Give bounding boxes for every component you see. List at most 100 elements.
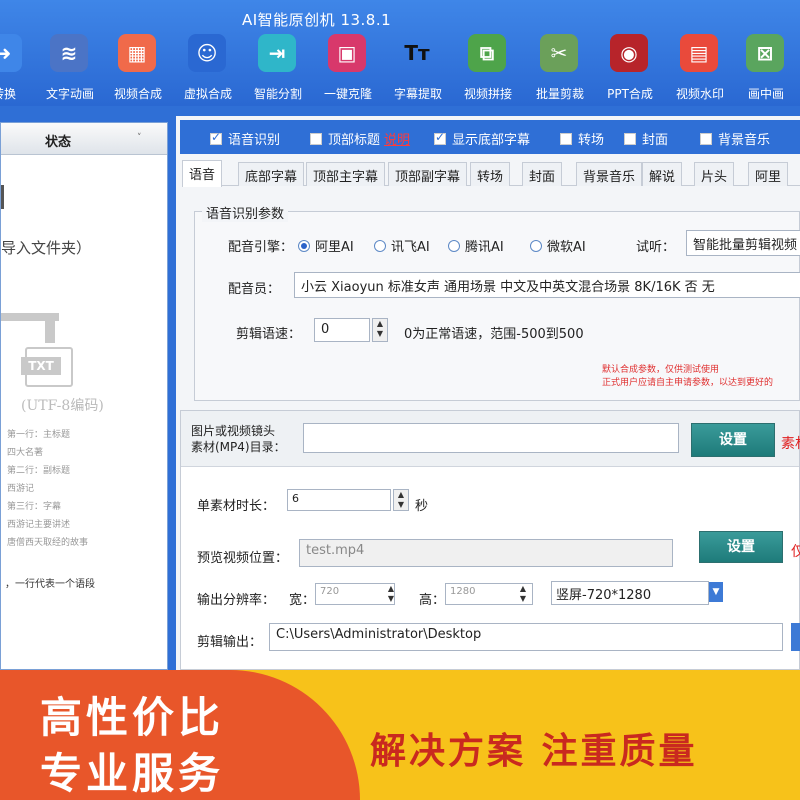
checkbox-box[interactable] [210,130,222,145]
toolbar-label: 视频合成 [113,87,162,101]
clip-settings: 图片或视频镜头 素材(MP4)目录： 设置 素材 单素材时长： 6 ▲▼ 秒 预… [180,410,800,670]
checkbox-2[interactable]: 显示底部字幕 [434,129,530,148]
width-stepper[interactable]: ▲ ▼ [383,584,399,604]
preview-red-hint: 仅 [791,544,800,560]
engine-radio-0[interactable]: 阿里AI [298,236,354,255]
tab-2[interactable]: 顶部主字幕 [306,162,386,186]
checkbox-box[interactable] [624,132,636,145]
toolbar-button-5[interactable]: ▣ 一键克隆 [312,30,384,106]
toolbar-label: 字幕提取 [393,87,442,101]
toolbar-label: 虚拟合成 [183,87,232,101]
toolbar-label: 画中画 [747,87,784,101]
tab-6[interactable]: 背景音乐 [576,162,643,186]
preview-pos-input[interactable]: test.mp4 [299,539,673,567]
preview-set-button[interactable]: 设置 [699,531,783,563]
preview-label: 试听： [636,240,676,255]
clone-icon: ▣ [328,34,366,72]
checkbox-box[interactable] [310,132,322,145]
tab-7[interactable]: 解说 [642,162,683,186]
chevron-down-icon[interactable]: ▼ [709,582,723,602]
preview-text-input[interactable]: 智能批量剪辑视频 [686,230,800,256]
duration-label: 单素材时长： [197,499,276,514]
radio-dot[interactable] [374,239,386,252]
checkbox-0[interactable]: 语音识别 [210,129,280,148]
toolbar-button-11[interactable]: ⊠ 画中画 [730,30,800,106]
toolbar-label: 批量剪裁 [535,87,584,101]
speed-input[interactable]: 0 [314,318,370,342]
example-line: 第一行：主标题 [7,430,71,440]
resolution-preset-select[interactable]: 竖屏-720*1280 [551,581,709,605]
promo-left-block: 高性价比 专业服务 [0,670,360,800]
media-set-button[interactable]: 设置 [691,423,775,457]
checkbox-4[interactable]: 封面 [624,129,668,148]
engine-radio-1[interactable]: 讯飞AI [374,236,430,255]
toolbar-button-2[interactable]: ▦ 视频合成 [102,30,174,106]
media-dir-label: 图片或视频镜头 素材(MP4)目录： [191,424,286,454]
checkbox-label: 封面 [642,133,669,148]
promo-slogan: 解决方案 注重质量 [370,731,698,772]
toolbar-button-1[interactable]: ≋ 文字动画 [34,30,106,106]
tab-3[interactable]: 顶部副字幕 [388,162,468,186]
speed-hint: 0为正常语速，范围-500到500 [404,327,584,342]
checkbox-box[interactable] [434,130,446,145]
speed-stepper[interactable]: ▲ ▼ [372,318,388,342]
duration-input[interactable]: 6 [287,489,391,511]
txt-file-icon: TXT [21,347,73,387]
preview-pos-label: 预览视频位置： [197,551,289,566]
promo-line-2: 专业服务 [40,749,225,798]
speed-label: 剪辑语速： [236,327,302,342]
radio-dot[interactable] [448,239,460,252]
txt-label: TXT [21,357,61,375]
example-line: 唐僧西天取经的故事 [7,538,89,548]
toolbar-label: 一键克隆 [323,87,372,101]
radio-dot[interactable] [530,239,542,252]
scissors-icon: ✂ [540,34,578,72]
toolbar-button-8[interactable]: ✂ 批量剪裁 [524,30,596,106]
tab-4[interactable]: 转场 [470,162,511,186]
voice-select[interactable]: 小云 Xiaoyun 标准女声 通用场景 中文及中英文混合场景 8K/16K 否… [294,272,800,298]
tab-1[interactable]: 底部字幕 [238,162,305,186]
checkbox-5[interactable]: 背景音乐 [700,129,770,148]
checkbox-label: 语音识别 [228,133,281,148]
checkbox-label: 转场 [578,133,605,148]
promo-banner: 高性价比 专业服务 解决方案 注重质量 [0,670,800,800]
toolbar-button-4[interactable]: ⇥ 智能分割 [242,30,314,106]
output-browse-button[interactable] [791,623,800,651]
checkbox-box[interactable] [560,132,572,145]
tab-5[interactable]: 封面 [522,162,563,186]
status-column-header[interactable]: 状态 [45,131,71,150]
audio-icon: ◉ [610,34,648,72]
feature-checkbar: 语音识别 顶部标题说明 显示底部字幕 转场 封面 背景音乐 [180,120,800,154]
tab-0[interactable]: 语音 [182,160,223,187]
doc-shape-side [45,313,55,343]
example-line: 第二行：副标题 [7,466,71,476]
tab-bar: 语音 底部字幕 顶部主字幕 顶部副字幕 转场 封面 背景音乐 解说 片头 阿里 [182,160,800,187]
height-stepper[interactable]: ▲ ▼ [515,584,531,604]
toolbar-button-3[interactable]: ☺ 虚拟合成 [172,30,244,106]
radio-label: 讯飞AI [391,240,430,255]
tab-9[interactable]: 阿里 [748,162,789,186]
engine-radio-2[interactable]: 腾讯AI [448,236,504,255]
toolbar-button-7[interactable]: ⧉ 视频拼接 [452,30,524,106]
voice-label: 配音员： [228,282,281,297]
checkbox-1[interactable]: 顶部标题 说明 [310,129,410,148]
duration-stepper[interactable]: ▲ ▼ [393,489,409,511]
output-path-input[interactable]: C:\Users\Administrator\Desktop [269,623,783,651]
footer-hint: ，一行代表一个语段 [5,579,95,590]
media-dir-row: 图片或视频镜头 素材(MP4)目录： 设置 素材 [181,411,800,467]
sort-arrow-icon[interactable]: ˅ [137,133,142,143]
duration-unit: 秒 [415,499,429,514]
toolbar-button-6[interactable]: Tт 字幕提取 [382,30,454,106]
help-link[interactable]: 说明 [384,129,410,148]
tab-8[interactable]: 片头 [694,162,735,186]
toolbar-label: PPT合成 [607,87,653,101]
file-list-panel[interactable]: 状态 ˅ 导入文件夹） TXT (UTF-8编码) 第一行：主标题 四大名著 第二行… [0,122,168,670]
checkbox-box[interactable] [700,132,712,145]
engine-radio-3[interactable]: 微软AI [530,236,586,255]
radio-dot[interactable] [298,239,310,252]
toolbar-button-9[interactable]: ◉ PPT合成 [594,30,666,106]
checkbox-3[interactable]: 转场 [560,129,604,148]
app-title: AI智能原创机 13.8.1 [242,11,392,29]
avatar-icon: ☺ [188,34,226,72]
media-dir-input[interactable] [303,423,679,453]
